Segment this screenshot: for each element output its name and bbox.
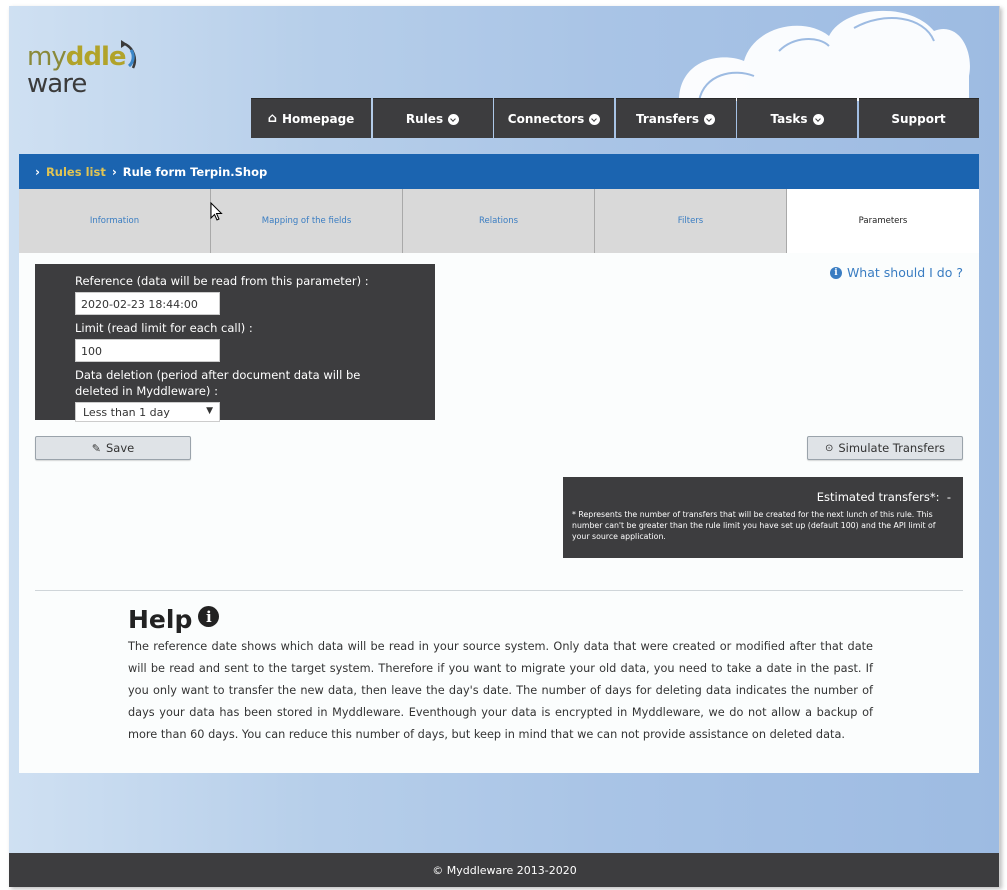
reference-input[interactable]: 2020-02-23 18:44:00 [75,292,220,315]
footer: © Myddleware 2013-2020 [9,853,999,887]
parameters-form: Reference (data will be read from this p… [35,264,435,422]
deletion-select[interactable]: Less than 1 day ▼ [75,402,220,422]
nav-rules-label: Rules [405,111,444,126]
dropdown-arrow-icon: ▼ [206,406,213,416]
what-should-i-do-link[interactable]: i What should I do ? [829,265,963,280]
chevron-down-icon [589,114,601,125]
play-circle-icon: ⊙ [824,442,834,454]
myddleware-logo[interactable]: myddle ware [27,34,147,104]
estimated-transfers-value: - [946,490,951,504]
help-heading: Help i [128,605,220,634]
reference-label: Reference (data will be read from this p… [75,274,369,288]
what-should-i-do-label: What should I do ? [846,265,963,280]
cloud-decoration [679,10,970,101]
deletion-label: Data deletion (period after document dat… [75,368,361,398]
save-button-label: Save [105,441,135,455]
nav-support[interactable]: Support [858,98,979,138]
nav-tasks[interactable]: Tasks [737,98,857,138]
app-window: myddle ware ⌂ Homepage Rules Connectors … [9,6,1000,887]
chevron-right-icon: › [111,164,117,179]
mouse-cursor-icon [210,202,223,221]
limit-label: Limit (read limit for each call) : [75,321,253,335]
nav-connectors-label: Connectors [507,111,585,126]
deletion-select-value: Less than 1 day [83,406,170,419]
edit-icon: ✎ [91,441,101,455]
parameters-panel: Reference (data will be read from this p… [19,253,979,773]
info-icon: i [198,606,220,627]
estimated-transfers-label: Estimated transfers*: [816,490,940,504]
simulate-transfers-button[interactable]: ⊙ Simulate Transfers [807,436,963,460]
tab-filters[interactable]: Filters [595,189,787,253]
save-button[interactable]: ✎ Save [35,436,191,460]
content-panel: › Rules list › Rule form Terpin.Shop Inf… [19,154,979,773]
tab-mapping[interactable]: Mapping of the fields [211,189,403,253]
nav-transfers-label: Transfers [636,111,699,126]
breadcrumb: › Rules list › Rule form Terpin.Shop [19,154,979,189]
nav-transfers[interactable]: Transfers [615,98,736,138]
nav-homepage-label: Homepage [281,111,355,126]
nav-rules[interactable]: Rules [372,98,493,138]
estimated-transfers-title: Estimated transfers*: - [572,490,953,504]
breadcrumb-current: Rule form Terpin.Shop [122,164,268,179]
home-icon: ⌂ [267,111,277,126]
estimated-transfers-box: Estimated transfers*: - * Represents the… [563,477,963,558]
chevron-down-icon [812,114,824,125]
nav-tasks-label: Tasks [770,111,808,126]
chevron-down-icon [448,114,460,125]
help-text: The reference date shows which data will… [128,640,873,741]
tab-relations[interactable]: Relations [403,189,595,253]
rule-tabs: Information Mapping of the fields Relati… [19,189,979,253]
info-icon: i [829,266,842,279]
divider [35,590,963,591]
nav-homepage[interactable]: ⌂ Homepage [251,98,371,138]
tab-parameters[interactable]: Parameters [787,189,979,253]
limit-input[interactable]: 100 [75,339,220,362]
breadcrumb-rules-list[interactable]: Rules list [46,165,106,179]
logo-arrows-icon [121,40,137,69]
help-title: Help [128,605,193,634]
main-nav: ⌂ Homepage Rules Connectors Transfers Ta… [251,98,980,138]
nav-support-label: Support [891,111,946,126]
estimated-transfers-note: * Represents the number of transfers tha… [572,510,936,541]
tab-information[interactable]: Information [19,189,211,253]
logo-line2: ware [27,69,87,99]
chevron-right-icon: › [35,164,40,179]
simulate-button-label: Simulate Transfers [838,441,946,455]
chevron-down-icon [704,114,715,125]
nav-connectors[interactable]: Connectors [494,98,614,138]
